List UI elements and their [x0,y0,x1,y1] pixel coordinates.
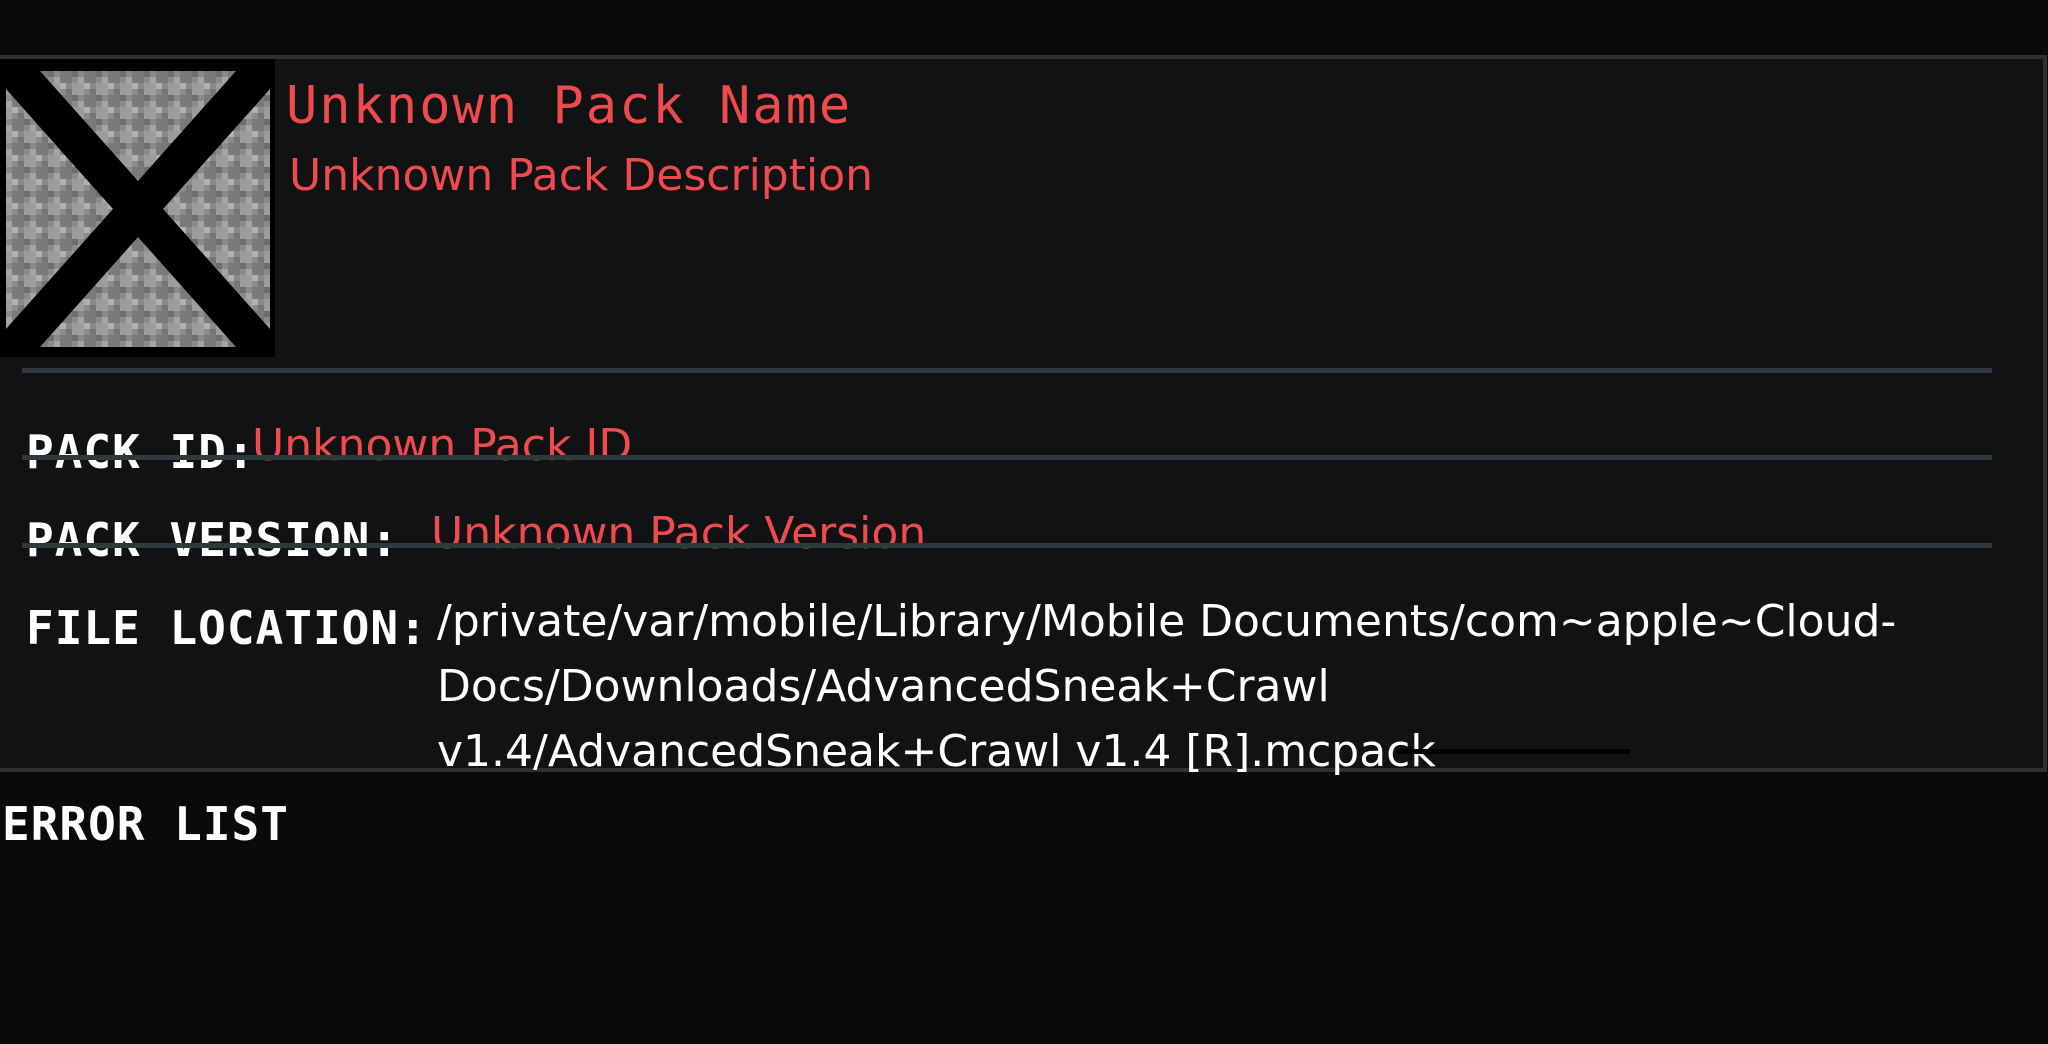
divider [22,543,1992,548]
file-location-line: /private/var/mobile/Library/Mobile Docum… [437,596,1897,647]
pack-info-panel: Unknown Pack Name Unknown Pack Descripti… [0,55,2047,777]
file-location-label: FILE LOCATION: [26,601,428,655]
pack-id-label: PACK ID: [26,425,256,479]
pack-id-value: Unknown Pack ID [252,420,633,471]
horizontal-scrollbar[interactable] [1396,749,1630,754]
missing-texture-icon [0,59,275,357]
pack-description: Unknown Pack Description [289,150,874,201]
pack-version-value: Unknown Pack Version [431,508,927,559]
divider [22,455,1992,460]
pack-name: Unknown Pack Name [286,76,853,136]
file-location-line: Docs/Downloads/AdvancedSneak+Crawl [437,661,1330,712]
file-location-line: v1.4/AdvancedSneak+Crawl v1.4 [R].mcpack [437,726,1436,777]
divider [22,368,1992,373]
pack-version-label: PACK VERSION: [26,513,400,567]
error-list-title: ERROR LIST [2,797,289,851]
